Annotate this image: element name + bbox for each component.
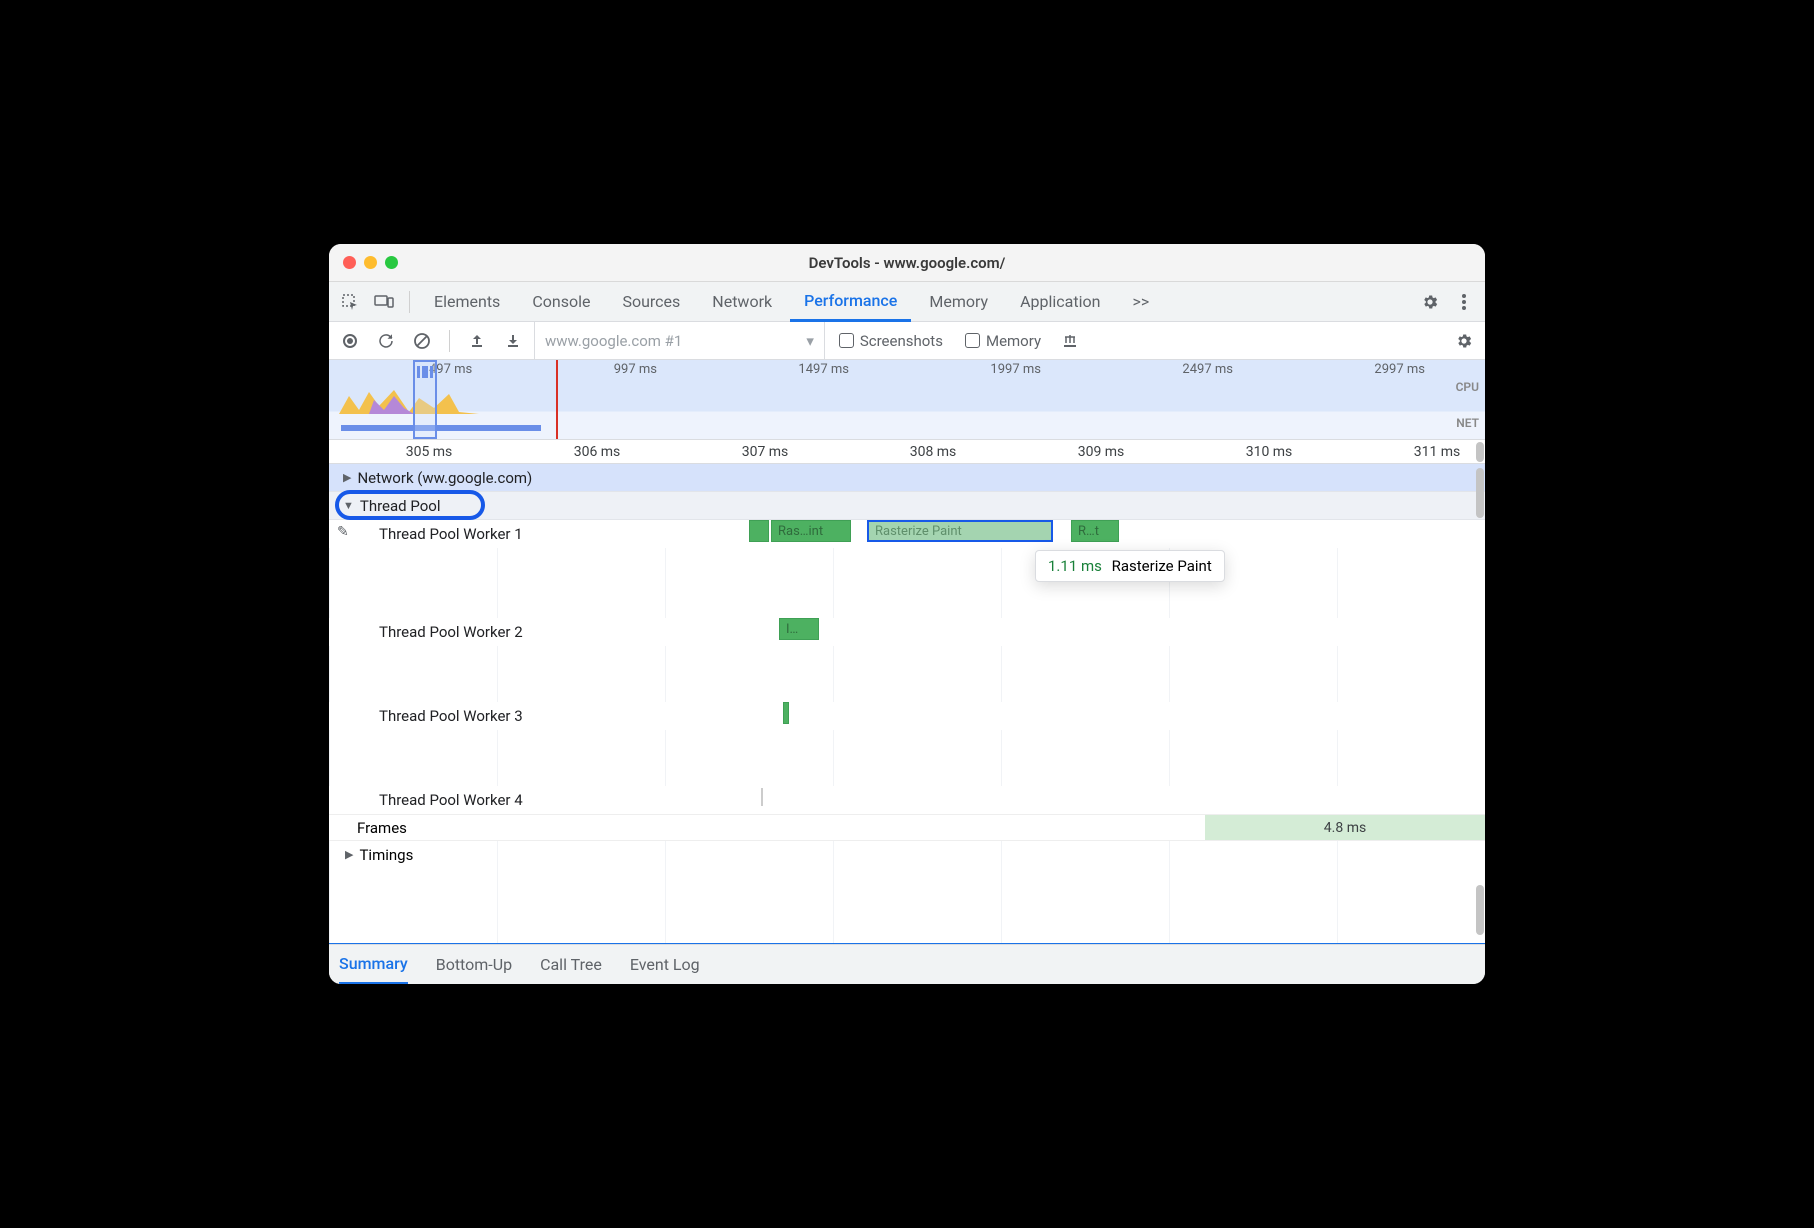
frames-label: Frames bbox=[357, 819, 407, 837]
recording-name: www.google.com #1 bbox=[545, 332, 682, 350]
details-tabs: Summary Bottom-Up Call Tree Event Log bbox=[329, 944, 1485, 984]
checkbox-icon bbox=[839, 333, 854, 348]
tab-event-log[interactable]: Event Log bbox=[630, 945, 700, 985]
marker-line bbox=[556, 360, 558, 439]
tick-label: 2997 ms bbox=[1374, 362, 1425, 377]
expand-arrow-icon: ▶ bbox=[345, 848, 353, 861]
cpu-axis-label: CPU bbox=[1456, 380, 1479, 394]
tab-summary[interactable]: Summary bbox=[339, 945, 408, 985]
ruler-tick: 310 ms bbox=[1246, 444, 1293, 460]
handle-right[interactable] bbox=[425, 366, 428, 378]
tab-sources[interactable]: Sources bbox=[608, 282, 694, 322]
chevron-down-icon: ▾ bbox=[806, 332, 814, 350]
divider bbox=[449, 330, 450, 352]
network-track-label: Network (ww.google.com) bbox=[357, 469, 532, 487]
checkbox-icon bbox=[965, 333, 980, 348]
handle-left[interactable] bbox=[417, 366, 420, 378]
clear-button[interactable] bbox=[407, 326, 437, 356]
tab-application[interactable]: Application bbox=[1006, 282, 1114, 322]
tick-label: 1497 ms bbox=[798, 362, 849, 377]
overview-ticks: 497 ms 997 ms 1497 ms 1997 ms 2497 ms 29… bbox=[329, 362, 1485, 377]
window-title: DevTools - www.google.com/ bbox=[329, 254, 1485, 272]
expand-arrow-icon: ▶ bbox=[343, 471, 351, 484]
record-button[interactable] bbox=[335, 326, 365, 356]
event-tooltip: 1.11 ms Rasterize Paint bbox=[1035, 550, 1225, 582]
kebab-menu-icon[interactable] bbox=[1449, 287, 1479, 317]
frames-track[interactable]: Frames 4.8 ms bbox=[329, 814, 1485, 840]
tab-bottom-up[interactable]: Bottom-Up bbox=[436, 945, 512, 985]
divider bbox=[409, 291, 410, 313]
flame-event-rasterize-selected[interactable]: Rasterize Paint bbox=[867, 520, 1053, 542]
main-tabs: Elements Console Sources Network Perform… bbox=[329, 282, 1485, 322]
devtools-window: DevTools - www.google.com/ Elements Cons… bbox=[329, 244, 1485, 984]
tick-label: 2497 ms bbox=[1182, 362, 1233, 377]
flame-event-rasterize[interactable]: Ras…int bbox=[771, 520, 851, 542]
tick-label: 997 ms bbox=[614, 362, 657, 377]
close-window-button[interactable] bbox=[343, 256, 356, 269]
reload-button[interactable] bbox=[371, 326, 401, 356]
settings-gear-icon[interactable] bbox=[1415, 287, 1445, 317]
window-controls bbox=[343, 256, 398, 269]
network-track-header[interactable]: ▶ Network (ww.google.com) bbox=[329, 464, 1485, 492]
tooltip-duration: 1.11 ms bbox=[1048, 557, 1102, 575]
thread-pool-header[interactable]: ▼ Thread Pool bbox=[329, 492, 1485, 520]
flame-event[interactable] bbox=[783, 702, 789, 724]
performance-toolbar: www.google.com #1 ▾ Screenshots Memory bbox=[329, 322, 1485, 360]
titlebar: DevTools - www.google.com/ bbox=[329, 244, 1485, 282]
capture-settings-gear-icon[interactable] bbox=[1449, 326, 1479, 356]
ruler-tick: 308 ms bbox=[910, 444, 957, 460]
tab-performance[interactable]: Performance bbox=[790, 282, 911, 322]
ruler-tick: 311 ms bbox=[1414, 444, 1461, 460]
flame-event[interactable] bbox=[749, 520, 769, 542]
memory-label: Memory bbox=[986, 332, 1041, 350]
maximize-window-button[interactable] bbox=[385, 256, 398, 269]
cpu-activity-chart bbox=[339, 386, 579, 414]
timeline-overview[interactable]: 497 ms 997 ms 1497 ms 1997 ms 2497 ms 29… bbox=[329, 360, 1485, 440]
annotation-highlight bbox=[335, 490, 485, 520]
tab-console[interactable]: Console bbox=[518, 282, 604, 322]
ruler-tick: 305 ms bbox=[406, 444, 453, 460]
scrollbar-thumb[interactable] bbox=[1476, 468, 1484, 518]
net-axis-label: NET bbox=[1456, 416, 1479, 430]
tab-memory[interactable]: Memory bbox=[915, 282, 1002, 322]
device-toolbar-icon[interactable] bbox=[369, 287, 399, 317]
timings-track-header[interactable]: ▶ Timings bbox=[329, 840, 1485, 868]
tooltip-name: Rasterize Paint bbox=[1112, 557, 1212, 575]
flame-event-rasterize[interactable]: R…t bbox=[1071, 520, 1119, 542]
flame-chart-area[interactable]: ▶ Network (ww.google.com) ▼ Thread Pool … bbox=[329, 464, 1485, 944]
ruler-tick: 307 ms bbox=[742, 444, 789, 460]
scrollbar-thumb[interactable] bbox=[1476, 442, 1484, 462]
screenshots-checkbox[interactable]: Screenshots bbox=[831, 332, 951, 350]
timings-label: Timings bbox=[359, 846, 413, 864]
upload-icon[interactable] bbox=[462, 326, 492, 356]
download-icon[interactable] bbox=[498, 326, 528, 356]
detail-ruler[interactable]: 305 ms 306 ms 307 ms 308 ms 309 ms 310 m… bbox=[329, 440, 1485, 464]
tick-label: 1997 ms bbox=[990, 362, 1041, 377]
scrollbar-thumb[interactable] bbox=[1476, 885, 1484, 935]
memory-checkbox[interactable]: Memory bbox=[957, 332, 1049, 350]
screenshots-label: Screenshots bbox=[860, 332, 943, 350]
frame-duration-bar[interactable]: 4.8 ms bbox=[1205, 815, 1485, 840]
flame-event[interactable]: I… bbox=[779, 618, 819, 640]
ruler-tick: 309 ms bbox=[1078, 444, 1125, 460]
tab-more-overflow[interactable]: >> bbox=[1118, 282, 1163, 322]
frame-duration-value: 4.8 ms bbox=[1324, 820, 1366, 836]
inspect-element-icon[interactable] bbox=[335, 287, 365, 317]
tab-elements[interactable]: Elements bbox=[420, 282, 514, 322]
recording-selector[interactable]: www.google.com #1 ▾ bbox=[534, 322, 825, 359]
minimize-window-button[interactable] bbox=[364, 256, 377, 269]
net-activity-bar bbox=[341, 425, 541, 431]
tab-network[interactable]: Network bbox=[698, 282, 786, 322]
overview-window-handle[interactable] bbox=[413, 360, 437, 439]
garbage-collect-icon[interactable] bbox=[1055, 326, 1085, 356]
flame-event-tiny[interactable] bbox=[761, 788, 763, 806]
ruler-tick: 306 ms bbox=[574, 444, 621, 460]
handle-right[interactable] bbox=[430, 366, 433, 378]
tab-call-tree[interactable]: Call Tree bbox=[540, 945, 602, 985]
